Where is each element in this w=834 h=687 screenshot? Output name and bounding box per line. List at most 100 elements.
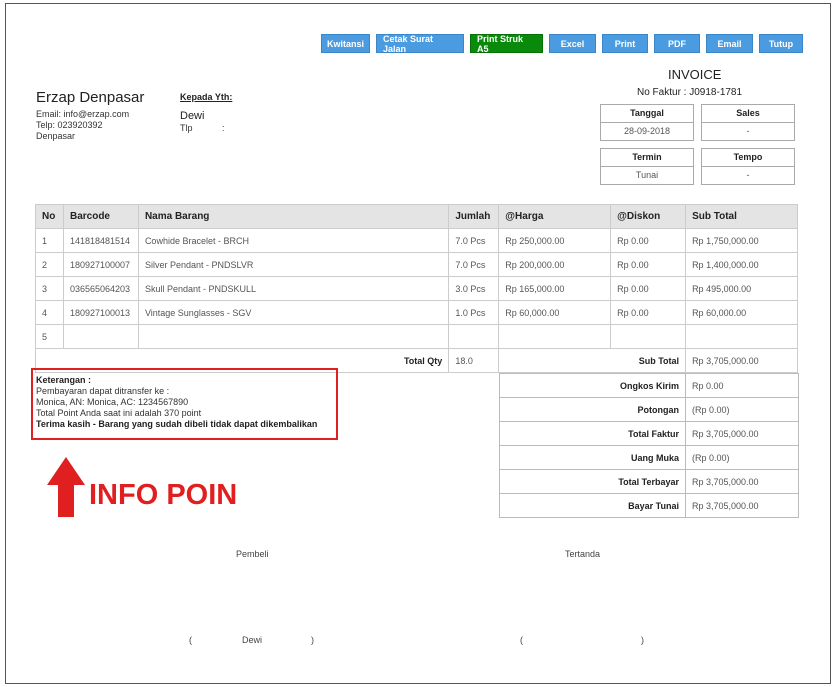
cell-jumlah xyxy=(448,324,500,349)
col-header-no: No xyxy=(35,204,64,229)
customer-name: Dewi xyxy=(180,110,205,122)
potongan-value: (Rp 0.00) xyxy=(685,397,799,422)
tlp-label: Tlp xyxy=(180,123,193,133)
table-row: 1 141818481514 Cowhide Bracelet - BRCH 7… xyxy=(35,228,798,253)
total-faktur-label: Total Faktur xyxy=(499,421,686,446)
sub-total-value: Rp 3,705,000.00 xyxy=(685,348,798,373)
bayar-tunai-label: Bayar Tunai xyxy=(499,493,686,518)
summary-row: Uang Muka (Rp 0.00) xyxy=(499,445,799,470)
cell-jumlah: 3.0 Pcs xyxy=(448,276,500,301)
keterangan-line: Pembayaran dapat ditransfer ke : xyxy=(36,386,170,396)
excel-button[interactable]: Excel xyxy=(549,34,596,53)
kepada-label: Kepada Yth: xyxy=(180,92,233,102)
pembeli-label: Pembeli xyxy=(236,549,269,559)
info-poin-label: INFO POIN xyxy=(89,479,238,511)
toolbar: Kwitansi Cetak Surat Jalan Print Struk A… xyxy=(321,34,803,54)
buyer-open-paren: ( xyxy=(189,635,192,645)
cell-no: 2 xyxy=(35,252,64,277)
tanggal-value: 28-09-2018 xyxy=(623,126,671,136)
ongkos-kirim-label: Ongkos Kirim xyxy=(499,373,686,398)
total-terbayar-value: Rp 3,705,000.00 xyxy=(685,469,799,494)
cell-sub-total: Rp 1,400,000.00 xyxy=(685,252,798,277)
tempo-box: Tempo - xyxy=(701,148,795,185)
cell-barcode xyxy=(62,324,139,349)
seller-open-paren: ( xyxy=(520,635,523,645)
col-header-diskon: @Diskon xyxy=(610,204,687,229)
cell-no: 5 xyxy=(35,324,64,349)
col-header-jumlah: Jumlah xyxy=(448,204,500,229)
cell-barcode: 036565064203 xyxy=(62,276,139,301)
uang-muka-label: Uang Muka xyxy=(499,445,686,470)
cell-nama-barang xyxy=(137,324,450,349)
keterangan-thanks: Terima kasih - Barang yang sudah dibeli … xyxy=(36,419,318,429)
summary-table: Ongkos Kirim Rp 0.00 Potongan (Rp 0.00) … xyxy=(499,373,799,518)
table-row: 2 180927100007 Silver Pendant - PNDSLVR … xyxy=(35,252,798,277)
cell-jumlah: 7.0 Pcs xyxy=(448,228,500,253)
sales-label: Sales xyxy=(702,105,794,123)
tertanda-label: Tertanda xyxy=(565,549,601,559)
keterangan-box: Keterangan : Pembayaran dapat ditransfer… xyxy=(31,368,338,440)
termin-value: Tunai xyxy=(635,170,659,180)
total-terbayar-label: Total Terbayar xyxy=(499,469,686,494)
summary-row: Total Faktur Rp 3,705,000.00 xyxy=(499,421,799,446)
customer-info: Kepada Yth: Dewi Tlp: xyxy=(180,92,232,133)
seller-close-paren: ) xyxy=(641,635,644,645)
cell-barcode: 141818481514 xyxy=(62,228,139,253)
cell-diskon: Rp 0.00 xyxy=(610,276,687,301)
table-header-row: No Barcode Nama Barang Jumlah @Harga @Di… xyxy=(35,204,798,229)
bayar-tunai-value: Rp 3,705,000.00 xyxy=(685,493,799,518)
sales-value: - xyxy=(746,126,750,136)
cell-diskon: Rp 0.00 xyxy=(610,300,687,325)
cell-sub-total xyxy=(685,324,798,349)
total-faktur-value: Rp 3,705,000.00 xyxy=(685,421,799,446)
keterangan-line: Monica, AN: Monica, AC: 1234567890 xyxy=(36,397,189,407)
keterangan-line: Total Point Anda saat ini adalah 370 poi… xyxy=(36,408,202,418)
keterangan-title: Keterangan : xyxy=(36,375,92,385)
potongan-label: Potongan xyxy=(499,397,686,422)
cell-no: 3 xyxy=(35,276,64,301)
cell-harga: Rp 200,000.00 xyxy=(498,252,612,277)
company-name: Erzap Denpasar xyxy=(36,89,145,106)
company-email: Email: info@erzap.com xyxy=(36,109,130,119)
cell-no: 1 xyxy=(35,228,64,253)
tanggal-box: Tanggal 28-09-2018 xyxy=(600,104,694,141)
sales-box: Sales - xyxy=(701,104,795,141)
pdf-button[interactable]: PDF xyxy=(654,34,700,53)
company-city: Denpasar xyxy=(36,131,76,141)
tanggal-label: Tanggal xyxy=(601,105,693,123)
tutup-button[interactable]: Tutup xyxy=(759,34,803,53)
cell-sub-total: Rp 1,750,000.00 xyxy=(685,228,798,253)
cell-jumlah: 1.0 Pcs xyxy=(448,300,500,325)
customer-phone: Tlp: xyxy=(180,123,232,133)
uang-muka-value: (Rp 0.00) xyxy=(685,445,799,470)
summary-row: Potongan (Rp 0.00) xyxy=(499,397,799,422)
tempo-label: Tempo xyxy=(702,149,794,167)
table-row: 5 xyxy=(35,324,798,349)
total-qty-value: 18.0 xyxy=(448,348,500,373)
col-header-harga: @Harga xyxy=(498,204,612,229)
cell-nama-barang: Silver Pendant - PNDSLVR xyxy=(137,252,450,277)
cell-harga: Rp 165,000.00 xyxy=(498,276,612,301)
cell-diskon xyxy=(610,324,687,349)
cell-sub-total: Rp 495,000.00 xyxy=(685,276,798,301)
cell-nama-barang: Vintage Sunglasses - SGV xyxy=(137,300,450,325)
print-button[interactable]: Print xyxy=(602,34,648,53)
email-button[interactable]: Email xyxy=(706,34,753,53)
cell-barcode: 180927100007 xyxy=(62,252,139,277)
termin-box: Termin Tunai xyxy=(600,148,694,185)
company-info: Erzap Denpasar Email: info@erzap.com Tel… xyxy=(36,89,144,142)
summary-row: Total Terbayar Rp 3,705,000.00 xyxy=(499,469,799,494)
cell-barcode: 180927100013 xyxy=(62,300,139,325)
up-arrow-icon xyxy=(47,457,85,517)
invoice-title: INVOICE xyxy=(668,67,722,82)
tlp-separator: : xyxy=(222,123,225,133)
summary-row: Bayar Tunai Rp 3,705,000.00 xyxy=(499,493,799,518)
cetak-surat-jalan-button[interactable]: Cetak Surat Jalan xyxy=(376,34,464,54)
kwitansi-button[interactable]: Kwitansi xyxy=(321,34,370,53)
cell-diskon: Rp 0.00 xyxy=(610,252,687,277)
summary-row: Ongkos Kirim Rp 0.00 xyxy=(499,373,799,398)
cell-jumlah: 7.0 Pcs xyxy=(448,252,500,277)
ongkos-kirim-value: Rp 0.00 xyxy=(685,373,799,398)
cell-nama-barang: Cowhide Bracelet - BRCH xyxy=(137,228,450,253)
print-struk-a5-button[interactable]: Print Struk A5 xyxy=(470,34,543,54)
